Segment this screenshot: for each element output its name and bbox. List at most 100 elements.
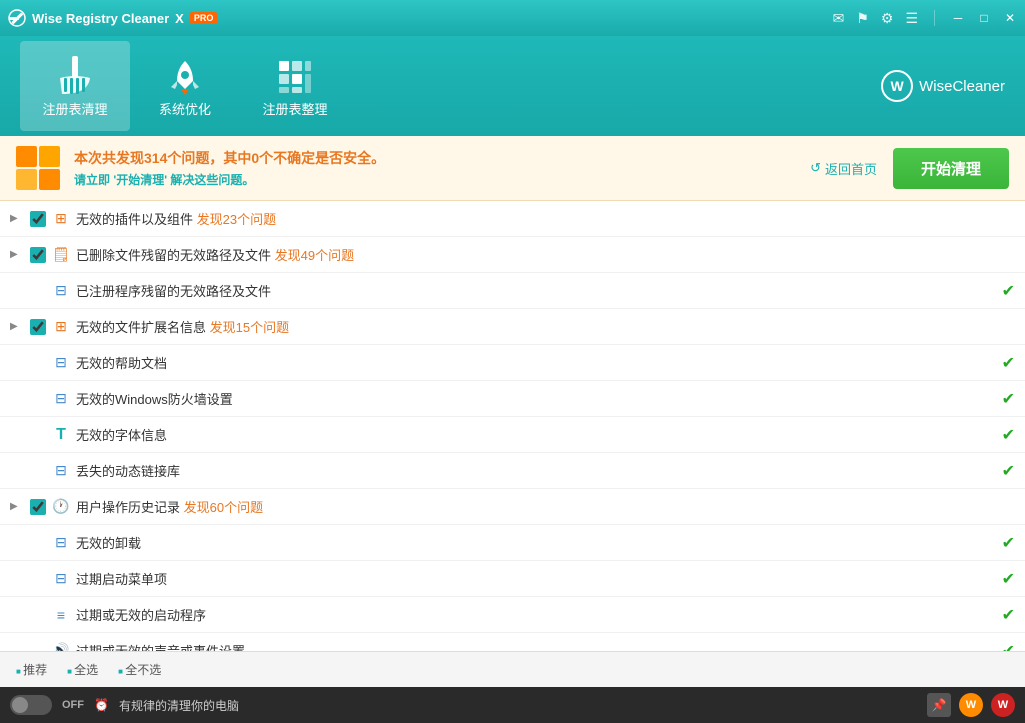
font-icon: T [52,426,70,444]
deselect-all-link[interactable]: 全不选 [118,661,161,678]
row-left: ▶ ⊟ 无效的Windows防火墙设置 [10,389,991,408]
row-text: 丢失的动态链接库 [76,461,180,480]
row-status: ✔ [991,641,1015,652]
table-row[interactable]: ▶ 🔊 过期或无效的声音或事件设置 ✔ [0,633,1025,651]
app-title: Wise Registry Cleaner [32,11,169,26]
registered-program-icon: ⊟ [52,282,70,300]
row-text: 过期启动菜单项 [76,569,167,588]
row-status: ✔ [991,281,1015,301]
row-left: ▶ 🔊 过期或无效的声音或事件设置 [10,641,991,651]
toolbar-btn-registry-defrag[interactable]: 注册表整理 [240,41,350,131]
content-list: ▶ ⊞ 无效的插件以及组件 发现23个问题 ▶ 🗒 已删除文件残留的无效路径及文… [0,201,1025,651]
table-row[interactable]: ▶ ⊟ 过期启动菜单项 ✔ [0,561,1025,597]
row-left: ▶ T 无效的字体信息 [10,425,991,444]
maximize-button[interactable]: □ [977,11,991,25]
firewall-icon: ⊟ [52,390,70,408]
flag-icon[interactable]: ⚑ [856,10,869,27]
title-bar-right: ✉ ⚑ ⚙ ☰ ─ □ ✕ [833,10,1017,27]
toolbar-btn-system-optimize[interactable]: 系统优化 [130,41,240,131]
settings-icon[interactable]: ⚙ [881,10,894,27]
table-row[interactable]: ▶ ⊟ 无效的Windows防火墙设置 ✔ [0,381,1025,417]
startup-program-icon: ≡ [52,606,70,624]
table-row[interactable]: ▶ ⊞ 无效的文件扩展名信息 发现15个问题 [0,309,1025,345]
banner: 本次共发现314个问题，其中0个不确定是否安全。 请立即 '开始清理' 解决这些… [0,136,1025,201]
table-row[interactable]: ▶ ⊟ 丢失的动态链接库 ✔ [0,453,1025,489]
uninstall-icon: ⊟ [52,534,70,552]
row-text: 过期或无效的启动程序 [76,605,206,624]
table-row[interactable]: ▶ 🗒 已删除文件残留的无效路径及文件 发现49个问题 [0,237,1025,273]
app-version: X [175,11,184,26]
recommend-link[interactable]: 推荐 [16,661,47,678]
select-all-link[interactable]: 全选 [67,661,98,678]
pin-icon[interactable]: 📌 [927,693,951,717]
close-button[interactable]: ✕ [1003,11,1017,25]
row-left: ▶ ⊟ 无效的卸载 [10,533,991,552]
app-logo-icon [8,9,26,27]
row-text: 无效的字体信息 [76,425,167,444]
table-row[interactable]: ▶ ⊞ 无效的插件以及组件 发现23个问题 [0,201,1025,237]
row-status: ✔ [991,389,1015,409]
table-row[interactable]: ▶ ⊟ 已注册程序残留的无效路径及文件 ✔ [0,273,1025,309]
row-status: ✔ [991,569,1015,589]
row-text: 已注册程序残留的无效路径及文件 [76,281,271,300]
row-text: 用户操作历史记录 发现60个问题 [76,497,263,516]
toggle-off-label: OFF [62,699,84,711]
sound-icon: 🔊 [52,642,70,652]
table-row[interactable]: ▶ ≡ 过期或无效的启动程序 ✔ [0,597,1025,633]
minimize-button[interactable]: ─ [951,11,965,25]
dll-icon: ⊟ [52,462,70,480]
file-ext-icon: ⊞ [52,318,70,336]
toolbar-label-registry-clean: 注册表清理 [42,99,107,118]
toolbar-btn-registry-clean[interactable]: 注册表清理 [20,41,130,131]
grid-icon [273,55,317,99]
orange-icon[interactable]: W [959,693,983,717]
row-left: ▶ 🕐 用户操作历史记录 发现60个问题 [10,497,991,516]
broom-icon [50,54,100,99]
row-text: 过期或无效的声音或事件设置 [76,641,245,651]
row-text: 无效的Windows防火墙设置 [76,389,233,408]
mail-icon[interactable]: ✉ [833,10,845,27]
table-row[interactable]: ▶ ⊟ 无效的卸载 ✔ [0,525,1025,561]
row-left: ▶ ⊟ 丢失的动态链接库 [10,461,991,480]
history-icon: 🕐 [52,498,70,516]
status-bar: OFF ⏰ 有规律的清理你的电脑 📌 W W [0,687,1025,723]
row-text: 无效的插件以及组件 发现23个问题 [76,209,276,228]
startup-menu-icon: ⊟ [52,570,70,588]
row-left: ▶ 🗒 已删除文件残留的无效路径及文件 发现49个问题 [10,245,991,264]
row-status: ✔ [991,353,1015,373]
row-checkbox[interactable] [30,211,46,227]
schedule-text: 有规律的清理你的电脑 [119,697,239,714]
row-checkbox[interactable] [30,319,46,335]
row-text: 无效的帮助文档 [76,353,167,372]
table-row[interactable]: ▶ T 无效的字体信息 ✔ [0,417,1025,453]
banner-title: 本次共发现314个问题，其中0个不确定是否安全。 [74,148,796,168]
table-row[interactable]: ▶ ⊟ 无效的帮助文档 ✔ [0,345,1025,381]
banner-sub: 请立即 '开始清理' 解决这些问题。 [74,171,796,188]
row-checkbox[interactable] [30,247,46,263]
toolbar-label-registry-defrag: 注册表整理 [262,99,327,118]
pro-badge: PRO [190,12,218,24]
row-status: ✔ [991,461,1015,481]
banner-text: 本次共发现314个问题，其中0个不确定是否安全。 请立即 '开始清理' 解决这些… [74,148,796,188]
row-left: ▶ ⊟ 过期启动菜单项 [10,569,991,588]
toolbar-label-system-optimize: 系统优化 [159,99,211,118]
schedule-toggle[interactable] [10,695,52,715]
red-icon[interactable]: W [991,693,1015,717]
expand-arrow: ▶ [10,213,24,224]
row-status: ✔ [991,533,1015,553]
menu-icon[interactable]: ☰ [905,10,918,27]
row-left: ▶ ⊞ 无效的文件扩展名信息 发现15个问题 [10,317,991,336]
row-left: ▶ ≡ 过期或无效的启动程序 [10,605,991,624]
row-text: 无效的卸载 [76,533,141,552]
return-home-button[interactable]: ↺ 返回首页 [810,159,877,178]
start-clean-button[interactable]: 开始清理 [893,148,1009,189]
row-left: ▶ ⊟ 无效的帮助文档 [10,353,991,372]
wisecleaner-text: WiseCleaner [919,78,1005,95]
row-left: ▶ ⊟ 已注册程序残留的无效路径及文件 [10,281,991,300]
refresh-icon: ↺ [810,160,821,176]
help-doc-icon: ⊟ [52,354,70,372]
row-text: 已删除文件残留的无效路径及文件 发现49个问题 [76,245,354,264]
table-row[interactable]: ▶ 🕐 用户操作历史记录 发现60个问题 [0,489,1025,525]
plugin-icon: ⊞ [52,210,70,228]
row-checkbox[interactable] [30,499,46,515]
